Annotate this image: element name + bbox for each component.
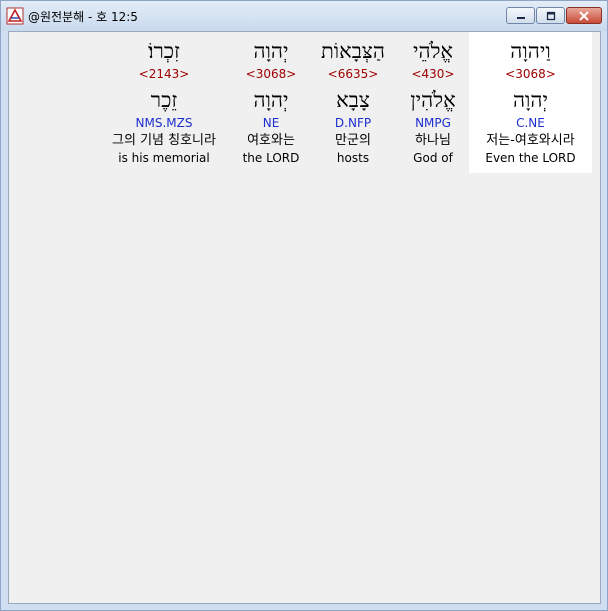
word-column[interactable]: אֱלֹהֵי <430> אֱלֹהִין NMPG 하나님 God of [397, 32, 469, 173]
minimize-button[interactable] [506, 7, 535, 24]
strong-number[interactable]: <3068> [469, 66, 592, 83]
word-column[interactable]: זִכְרוֹ׃ <2143> זֵכֶר NMS.MZS 그의 기념 칭호니라… [95, 32, 233, 173]
lemma: אֱלֹהִין [410, 88, 456, 112]
korean-gloss: 여호와는 [247, 133, 295, 148]
english-gloss: is his memorial [118, 151, 210, 165]
korean-gloss: 만군의 [335, 133, 371, 148]
hebrew-word: אֱלֹהֵי [412, 39, 453, 63]
word-column[interactable]: יְהוָה <3068> יְהוָה NE 여호와는 the LORD [233, 32, 309, 173]
maximize-button[interactable] [536, 7, 565, 24]
strong-number[interactable]: <2143> [95, 66, 233, 83]
app-icon[interactable] [6, 7, 24, 25]
strong-number[interactable]: <3068> [233, 66, 309, 83]
english-gloss: God of [413, 151, 453, 165]
lemma: יְהוָה [512, 88, 549, 112]
window-title: @원전분해 - 호 12:5 [28, 10, 138, 24]
title-bar[interactable]: @원전분해 - 호 12:5 [1, 1, 607, 31]
english-gloss: the LORD [242, 151, 300, 165]
english-gloss: Even the LORD [485, 151, 576, 165]
korean-gloss: 하나님 [415, 133, 451, 148]
close-button[interactable] [566, 7, 602, 24]
strong-number[interactable]: <6635> [309, 66, 397, 83]
morphology-code[interactable]: C.NE [469, 115, 592, 132]
word-column[interactable]: וַיהוָה <3068> יְהוָה C.NE 저는-여호와시라 Even… [469, 32, 592, 173]
lemma: זֵכֶר [150, 88, 178, 112]
hebrew-word: יְהוָה [253, 39, 289, 63]
minimize-icon [516, 16, 525, 19]
interlinear-panel: וַיהוָה <3068> יְהוָה C.NE 저는-여호와시라 Even… [8, 31, 601, 604]
hebrew-word: וַיהוָה [510, 39, 551, 63]
english-gloss: hosts [336, 151, 370, 165]
hebrew-word: הַצְּבָאוֹת [321, 39, 385, 63]
maximize-icon [546, 11, 555, 20]
morphology-code[interactable]: NMS.MZS [95, 115, 233, 132]
lemma: צָבָא [336, 88, 370, 112]
korean-gloss: 그의 기념 칭호니라 [112, 133, 216, 148]
korean-gloss: 저는-여호와시라 [486, 133, 575, 148]
close-icon [579, 10, 589, 21]
word-column[interactable]: הַצְּבָאוֹת <6635> צָבָא D.NFP 만군의 hosts [309, 32, 397, 173]
morphology-code[interactable]: NE [233, 115, 309, 132]
morphology-code[interactable]: D.NFP [309, 115, 397, 132]
strong-number[interactable]: <430> [397, 66, 469, 83]
hebrew-word: זִכְרוֹ׃ [148, 39, 180, 63]
app-window: @원전분해 - 호 12:5 וַיהוָה <3068> יְהוָה C.N… [0, 0, 608, 611]
morphology-code[interactable]: NMPG [397, 115, 469, 132]
lemma: יְהוָה [253, 88, 289, 112]
